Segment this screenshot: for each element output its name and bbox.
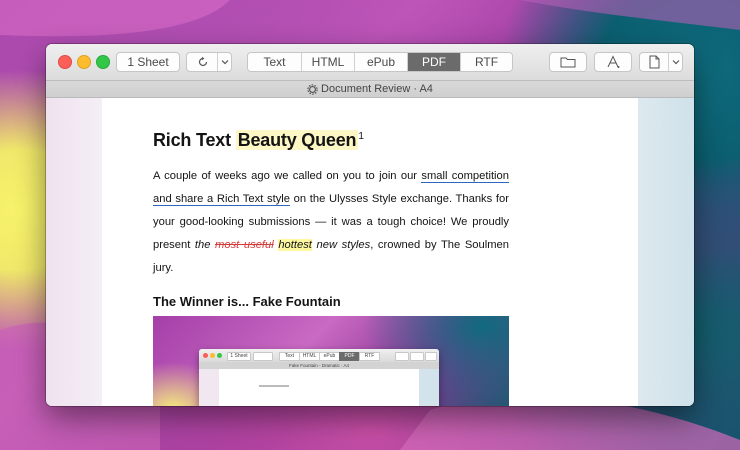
export-format-selector: Text HTML ePub PDF RTF — [247, 52, 513, 72]
document-paragraph: A couple of weeks ago we called on you t… — [153, 165, 509, 280]
embedded-screenshot: 1 Sheet Text HTML ePub PDF RTF Fake Foun… — [153, 316, 509, 406]
toolbar: 1 Sheet Text HTML ePub PDF RTF — [46, 44, 694, 80]
embedded-preview-area — [199, 369, 439, 406]
open-folder-button[interactable] — [549, 52, 587, 72]
tab-html[interactable]: HTML — [302, 53, 355, 71]
embedded-style-button — [410, 352, 424, 361]
embedded-text-line — [259, 385, 289, 387]
italic-text: new styles — [311, 239, 371, 251]
minimize-window-button[interactable] — [77, 55, 91, 69]
style-button[interactable] — [594, 52, 632, 72]
embedded-doc-button — [425, 352, 437, 361]
strikethrough-text: most useful — [215, 239, 274, 251]
folder-icon — [560, 56, 576, 68]
tab-epub-label: ePub — [366, 55, 396, 69]
embedded-tab-epub: ePub — [319, 352, 340, 361]
heading-highlight: Beauty Queen — [235, 130, 359, 150]
tab-rtf[interactable]: RTF — [461, 53, 512, 71]
embedded-title-bar: Fake Fountain - Dramatic · A4 — [199, 362, 439, 369]
chevron-down-icon — [221, 59, 229, 65]
refresh-options-dropdown[interactable] — [217, 53, 232, 71]
window-title-bar: Document Review · A4 — [46, 80, 694, 98]
embedded-folder-button — [395, 352, 409, 361]
tab-rtf-label: RTF — [474, 55, 499, 69]
embedded-toolbar: 1 Sheet Text HTML ePub PDF RTF — [199, 349, 439, 362]
tab-pdf-label: PDF — [422, 55, 446, 69]
chevron-down-icon — [672, 59, 680, 65]
embedded-refresh-button — [253, 352, 273, 361]
tab-text-label: Text — [263, 55, 286, 69]
embedded-tab-text: Text — [279, 352, 300, 361]
document-subheading: The Winner is... Fake Fountain — [153, 294, 341, 309]
italic-text: the — [194, 239, 216, 251]
embedded-tab-rtf: RTF — [359, 352, 380, 361]
embedded-max-dot — [217, 353, 222, 358]
document-options-dropdown[interactable] — [668, 53, 683, 71]
preview-area: Rich Text Beauty Queen 1 A couple of week… — [46, 98, 694, 406]
sheet-count-label: 1 Sheet — [127, 55, 169, 69]
refresh-icon — [197, 56, 209, 68]
maximize-window-button[interactable] — [96, 55, 110, 69]
document-body: Rich Text Beauty Queen 1 A couple of week… — [153, 130, 509, 309]
embedded-tab-html: HTML — [299, 352, 320, 361]
window-title: Document Review · A4 — [321, 83, 433, 95]
highlighted-text: hottest — [278, 239, 312, 251]
document-icon — [649, 55, 660, 69]
gear-icon[interactable] — [307, 83, 318, 95]
heading-text: Rich Text — [153, 130, 236, 150]
embedded-tab-pdf: PDF — [339, 352, 360, 361]
embedded-min-dot — [210, 353, 215, 358]
font-style-icon — [605, 55, 621, 69]
paragraph-text: A couple of weeks ago we called on you t… — [153, 170, 422, 182]
footnote-marker[interactable]: 1 — [358, 131, 364, 142]
embedded-close-dot — [203, 353, 208, 358]
embedded-sheet-button: 1 Sheet — [227, 352, 251, 361]
document-heading: Rich Text Beauty Queen 1 — [153, 130, 509, 151]
app-window: 1 Sheet Text HTML ePub PDF RTF Document … — [46, 44, 694, 406]
close-window-button[interactable] — [58, 55, 72, 69]
tab-epub[interactable]: ePub — [355, 53, 408, 71]
tab-html-label: HTML — [311, 55, 345, 69]
sheet-count-button[interactable]: 1 Sheet — [116, 52, 180, 72]
document-page: Rich Text Beauty Queen 1 A couple of week… — [102, 98, 638, 406]
tab-pdf[interactable]: PDF — [408, 53, 461, 71]
embedded-app-window: 1 Sheet Text HTML ePub PDF RTF Fake Foun… — [199, 349, 439, 406]
tab-text[interactable]: Text — [248, 53, 302, 71]
